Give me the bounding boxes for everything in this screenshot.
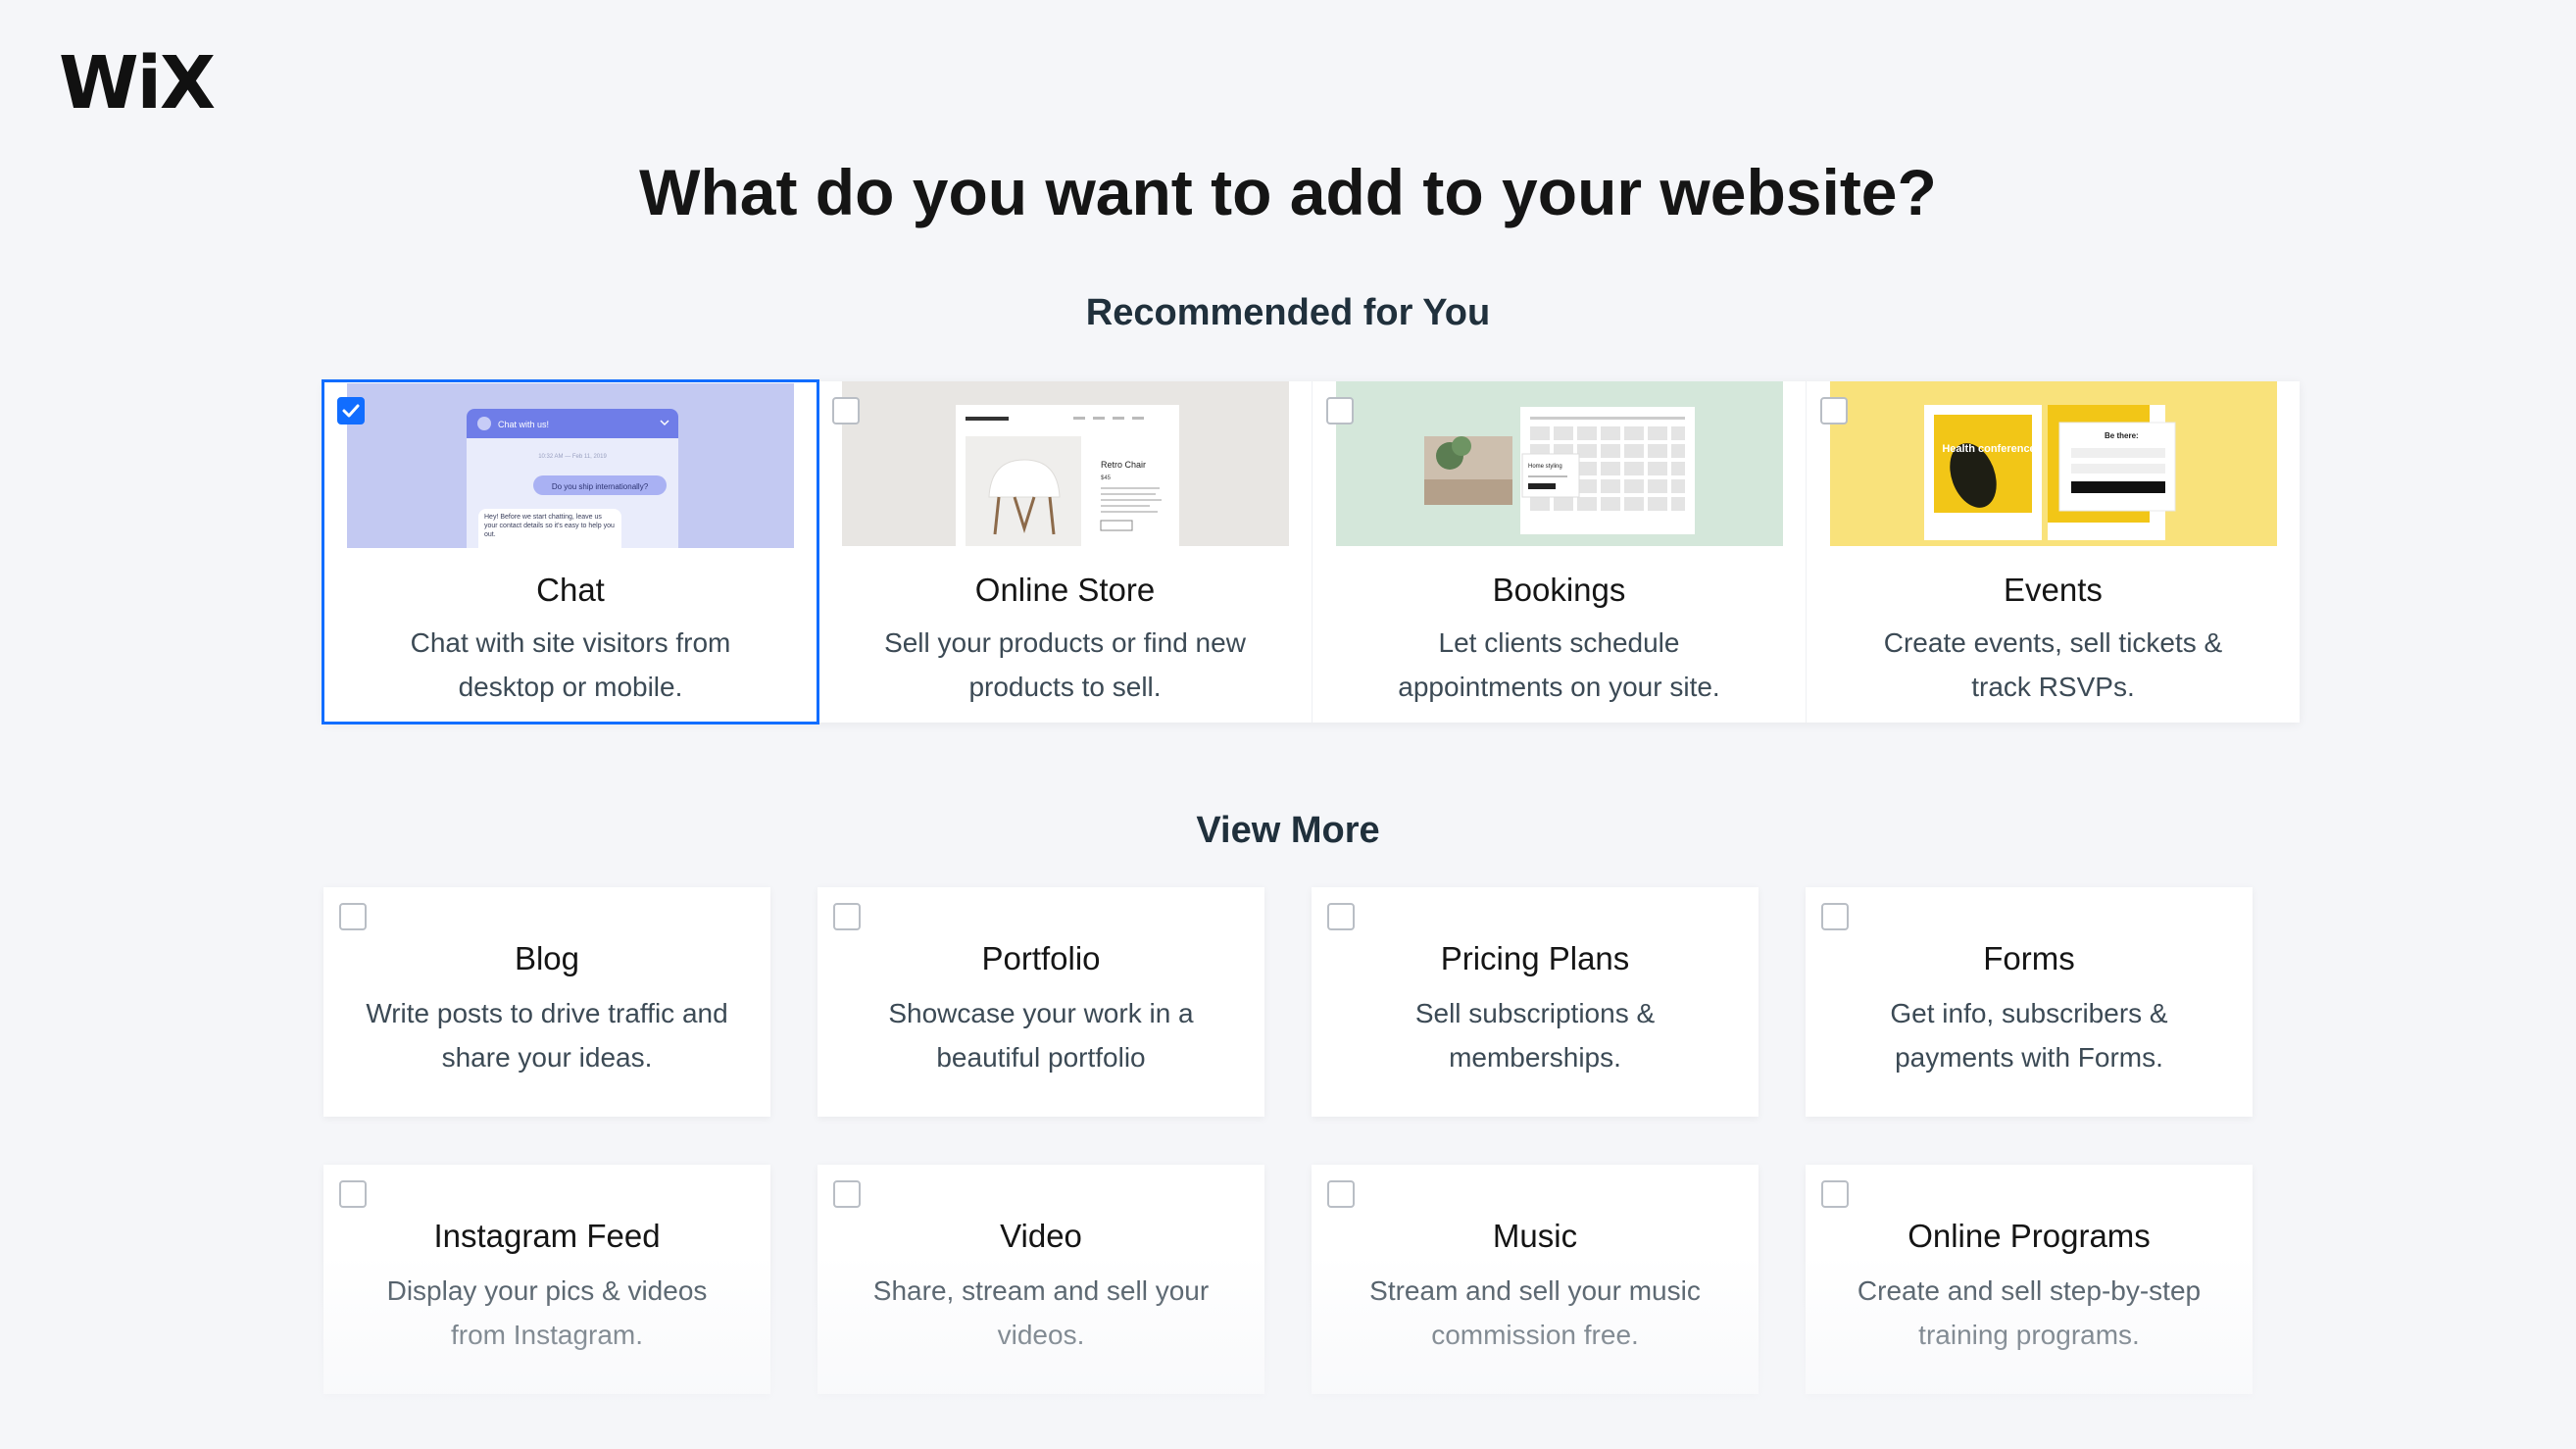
card-video[interactable]: Video Share, stream and sell your videos…: [817, 1165, 1264, 1394]
form-title-text: Be there:: [2105, 431, 2139, 440]
product-title-text: Retro Chair: [1101, 460, 1146, 470]
card-music-name: Music: [1492, 1218, 1578, 1254]
card-online-store-name: Online Store: [974, 572, 1156, 608]
card-blog-desc: Write posts to drive traffic and share y…: [366, 998, 728, 1073]
checkbox-bookings[interactable]: [1326, 397, 1354, 425]
card-bookings[interactable]: Home styling Bookings Let clients schedu…: [1312, 381, 1806, 723]
checkbox-online-store[interactable]: [832, 397, 860, 425]
chat-date-text: 10:32 AM — Feb 11, 2019: [538, 454, 607, 460]
card-music-desc: Stream and sell your music commission fr…: [1369, 1275, 1701, 1350]
card-video-desc: Share, stream and sell your videos.: [872, 1275, 1210, 1350]
card-bookings-desc: Let clients schedule appointments on you…: [1398, 627, 1720, 702]
card-instagram-feed-name: Instagram Feed: [433, 1218, 661, 1254]
svg-text:Health conference: Health conference: [1942, 443, 2035, 455]
card-online-programs[interactable]: Online Programs Create and sell step-by-…: [1806, 1165, 2253, 1394]
card-events-desc: Create events, sell tickets & track RSVP…: [1883, 627, 2223, 702]
card-video-name: Video: [1000, 1218, 1082, 1254]
card-pricing-plans-desc: Sell subscriptions & memberships.: [1414, 998, 1656, 1073]
card-forms-name: Forms: [1983, 940, 2075, 976]
card-portfolio-name: Portfolio: [981, 940, 1101, 976]
recommended-cards: Chat with us! 10:32 AM — Feb 11, 2019 Do…: [322, 379, 2300, 724]
card-blog-name: Blog: [514, 940, 580, 976]
online-store-thumbnail: Retro Chair $45: [842, 381, 1289, 546]
card-events-name: Events: [2004, 572, 2103, 608]
checkbox-events[interactable]: [1820, 397, 1848, 425]
checkmark-icon: [342, 404, 360, 418]
card-bookings-name: Bookings: [1492, 572, 1626, 608]
card-online-programs-desc: Create and sell step-by-step training pr…: [1857, 1275, 2202, 1350]
checkbox-pricing-plans[interactable]: [1327, 903, 1355, 930]
card-portfolio[interactable]: Portfolio Showcase your work in a beauti…: [817, 887, 1264, 1117]
card-online-programs-name: Online Programs: [1907, 1218, 2151, 1254]
card-pricing-plans-name: Pricing Plans: [1440, 940, 1630, 976]
card-instagram-feed-desc: Display your pics & videos from Instagra…: [386, 1275, 708, 1350]
card-music[interactable]: Music Stream and sell your music commiss…: [1312, 1165, 1759, 1394]
checkbox-online-programs[interactable]: [1821, 1180, 1849, 1208]
bookings-thumbnail: Home styling: [1336, 381, 1783, 546]
card-chat[interactable]: Chat with us! 10:32 AM — Feb 11, 2019 Do…: [322, 379, 819, 724]
checkbox-blog[interactable]: [339, 903, 367, 930]
card-instagram-feed[interactable]: Instagram Feed Display your pics & video…: [323, 1165, 770, 1394]
card-online-store[interactable]: Retro Chair $45 Online Store Sell your p…: [817, 381, 1312, 723]
checkbox-portfolio[interactable]: [833, 903, 861, 930]
chat-header-text: Chat with us!: [498, 420, 549, 429]
page-title: What do you want to add to your website?: [639, 156, 1937, 228]
product-price-text: $45: [1101, 475, 1112, 481]
checkbox-music[interactable]: [1327, 1180, 1355, 1208]
checkbox-forms[interactable]: [1821, 903, 1849, 930]
card-blog[interactable]: Blog Write posts to drive traffic and sh…: [323, 887, 770, 1117]
checkbox-chat[interactable]: [337, 397, 365, 425]
chat-question-text: Do you ship internationally?: [552, 482, 649, 491]
chat-thumbnail: Chat with us! 10:32 AM — Feb 11, 2019 Do…: [347, 383, 794, 548]
card-forms[interactable]: Forms Get info, subscribers & payments w…: [1806, 887, 2253, 1117]
card-chat-name: Chat: [536, 572, 605, 608]
event-title-text: Health conference: [1942, 443, 2035, 455]
recommended-title: Recommended for You: [1085, 292, 1491, 333]
card-chat-desc: Chat with site visitors from desktop or …: [410, 627, 731, 702]
chat-reply-text: Hey! Before we start chatting, leave us …: [484, 514, 615, 538]
checkbox-video[interactable]: [833, 1180, 861, 1208]
card-pricing-plans[interactable]: Pricing Plans Sell subscriptions & membe…: [1312, 887, 1759, 1117]
card-forms-desc: Get info, subscribers & payments with Fo…: [1890, 998, 2168, 1073]
booking-title-text: Home styling: [1528, 464, 1562, 470]
card-online-store-desc: Sell your products or find new products …: [884, 627, 1246, 702]
checkbox-instagram-feed[interactable]: [339, 1180, 367, 1208]
events-thumbnail: Health conference Be there:: [1830, 381, 2277, 546]
view-more-title: View More: [1196, 810, 1380, 851]
wix-logo[interactable]: WiX: [59, 47, 216, 120]
card-portfolio-desc: Showcase your work in a beautiful portfo…: [888, 998, 1194, 1073]
card-events[interactable]: Health conference Be there: Events Creat…: [1806, 381, 2300, 723]
